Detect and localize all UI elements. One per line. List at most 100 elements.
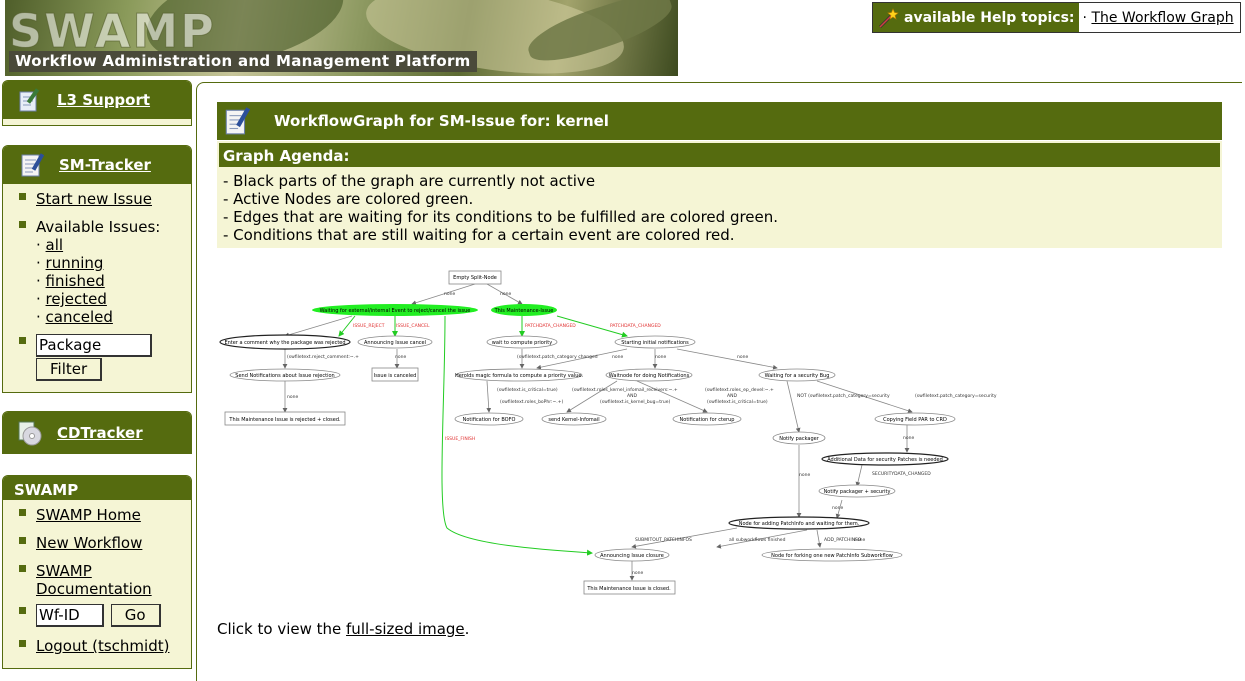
graph-edge-label: (swfiletext.patch_category=security [915,393,997,399]
swamp-home-link[interactable]: SWAMP Home [36,506,141,524]
sm-tracker-link[interactable]: SM-Tracker [59,156,151,174]
graph-node: Notify packager + security [824,489,891,495]
graph-node: This Maintenance-Issue [494,308,554,314]
graph-edge-label: (swfiletext.roles_boPhr:~.+) [500,399,563,405]
graph-edge-label: AND [627,393,637,399]
graph-edge-label: (swfiletext.roles_kernel_infomail_receiv… [572,387,678,393]
graph-edge-label: none [655,355,666,360]
graph-edge-label: none [903,436,914,441]
graph-node: Enter a comment why the package was reje… [224,340,345,346]
graph-node: Copying Field PAR to CRD [883,417,947,423]
new-workflow-link[interactable]: New Workflow [36,534,142,552]
graph-node: Send Notifications about Issue rejection [235,373,334,379]
graph-edge-label: none [854,538,865,543]
agenda-line: - Conditions that are still waiting for … [223,226,735,244]
graph-edge-label: NOT (swfiletext.patch_category=security [797,393,890,399]
graph-edge-label: (swfiletext.patch_category changed [517,354,598,360]
graph-node: Empty Split-Node [453,275,497,281]
graph-node: wait to compute priority [492,340,552,346]
graph-node: Waitnode for doing Notifications [609,373,690,379]
graph-edge-label: ISSUE_CANCEL [396,323,430,329]
l3-support-box: L3 Support [2,80,192,126]
notepad-pencil-icon [225,107,251,135]
graph-node: Announcing Issue cancel [364,340,426,346]
issues-canceled-link[interactable]: canceled [46,308,113,326]
sm-tracker-box: SM-Tracker Start new Issue Available Iss… [2,145,192,393]
graph-node: Notify packager [779,436,819,442]
graph-edge-label: none [832,506,843,511]
help-topics-box: available Help topics: · The Workflow Gr… [872,2,1241,33]
swamp-documentation-link[interactable]: SWAMP Documentation [36,562,166,598]
issues-all-link[interactable]: all [46,236,64,254]
graph-node: Notification for cterup [680,417,735,423]
cdtracker-link[interactable]: CDTracker [57,424,143,442]
swamp-logo: SWAMP [9,4,216,59]
issues-rejected-link[interactable]: rejected [46,290,107,308]
graph-edge-label: ISSUE_FINISH [445,436,475,442]
graph-edge-label: none [612,355,623,360]
graph-node: Issue is canceled [374,373,417,379]
graph-edge-label: none [287,395,298,400]
graph-node: Starting initial notifications [621,340,689,346]
graph-edge-label: (swfiletext.is_critical=true) [497,387,558,393]
start-new-issue-link[interactable]: Start new Issue [36,190,152,208]
filter-button[interactable]: Filter [36,358,103,381]
graph-node: Node for adding PatchInfo and waiting fo… [739,521,860,527]
graph-node: Announcing Issue closure [600,553,664,559]
graph-node: This Maintenance Issue is rejected + clo… [228,417,341,423]
graph-node: Node for forking one new PatchInfo Subwo… [771,553,893,559]
wf-id-input[interactable]: Wf-ID [36,604,104,627]
graph-edge-label: PATCHDATA_CHANGED [610,323,661,329]
agenda-line: - Black parts of the graph are currently… [223,172,596,190]
logout-link[interactable]: Logout (tschmidt) [36,637,169,655]
graph-edge-label: PATCHDATA_CHANGED [525,323,576,329]
graph-edge-label: SECURITYDATA_CHANGED [872,471,931,477]
graph-edge-label: none [444,292,455,297]
cdtracker-box: CDTracker [2,411,192,454]
agenda-line: - Active Nodes are colored green. [223,190,474,208]
graph-node: Notification for BOFO [463,417,516,423]
document-pencil-icon [19,88,40,112]
package-input[interactable]: Package [36,334,152,357]
graph-node: Herolds magic formula to compute a prior… [455,373,584,379]
l3-support-link[interactable]: L3 Support [57,91,150,109]
workflow-graph-header: WorkflowGraph for SM-Issue for: kernel [217,102,1222,140]
notepad-pencil-icon [21,153,45,177]
graph-node: send Kernel-Infomail [548,417,599,423]
workflow-graph-image[interactable]: Empty Split-Node Waiting for external/in… [217,260,1017,600]
agenda-line: - Edges that are waiting for its conditi… [223,208,779,226]
agenda-title: Graph Agenda: [219,143,1220,167]
graph-edge-label: SUBMITOUT_PATCHINFOS [635,537,692,543]
click-to-view-text: Click to view the full-sized image. [217,620,470,638]
graph-agenda: Graph Agenda: - Black parts of the graph… [217,141,1222,248]
swamp-banner: SWAMP Workflow Administration and Manage… [5,0,678,76]
full-sized-image-link[interactable]: full-sized image [346,620,465,638]
graph-edge-label: (swfiletext.roles_ep_devel:~.+ [705,387,774,393]
go-button[interactable]: Go [110,604,161,627]
available-issues-label: Available Issues: [36,218,161,236]
graph-node: Additional Data for security Patches is … [827,457,943,463]
graph-edge-label: AND [727,393,737,399]
help-link-workflow-graph[interactable]: The Workflow Graph [1091,10,1233,26]
issues-finished-link[interactable]: finished [46,272,105,290]
graph-edge-label: none [799,473,810,478]
cd-icon [18,421,42,445]
magic-wand-icon [878,7,899,28]
help-separator: · [1082,9,1087,26]
help-label: available Help topics: [873,3,1079,32]
swamp-box: SWAMP SWAMP Home New Workflow SWAMP Docu… [2,475,192,669]
graph-edge-label: none [500,292,511,297]
banner-subtitle: Workflow Administration and Management P… [9,51,477,72]
graph-edge-label: all subworkflows finished [729,537,786,543]
issues-running-link[interactable]: running [46,254,104,272]
graph-edge-label: ISSUE_REJECT [353,323,385,329]
swamp-box-title: SWAMP [14,481,79,499]
graph-edge-label: none [632,571,643,576]
page-title: WorkflowGraph for SM-Issue for: kernel [274,112,609,130]
graph-edge-label: none [737,355,748,360]
graph-edge-label: (swfiletext.is_kernel_bug=true) [600,399,670,405]
graph-edge-label: (swfiletext.is_critical=true) [707,399,768,405]
graph-node: This Maintenance Issue is closed. [586,586,671,592]
graph-node: Waiting for a security Bug [765,373,830,379]
graph-node: Waiting for external/internal Event to r… [320,308,471,314]
